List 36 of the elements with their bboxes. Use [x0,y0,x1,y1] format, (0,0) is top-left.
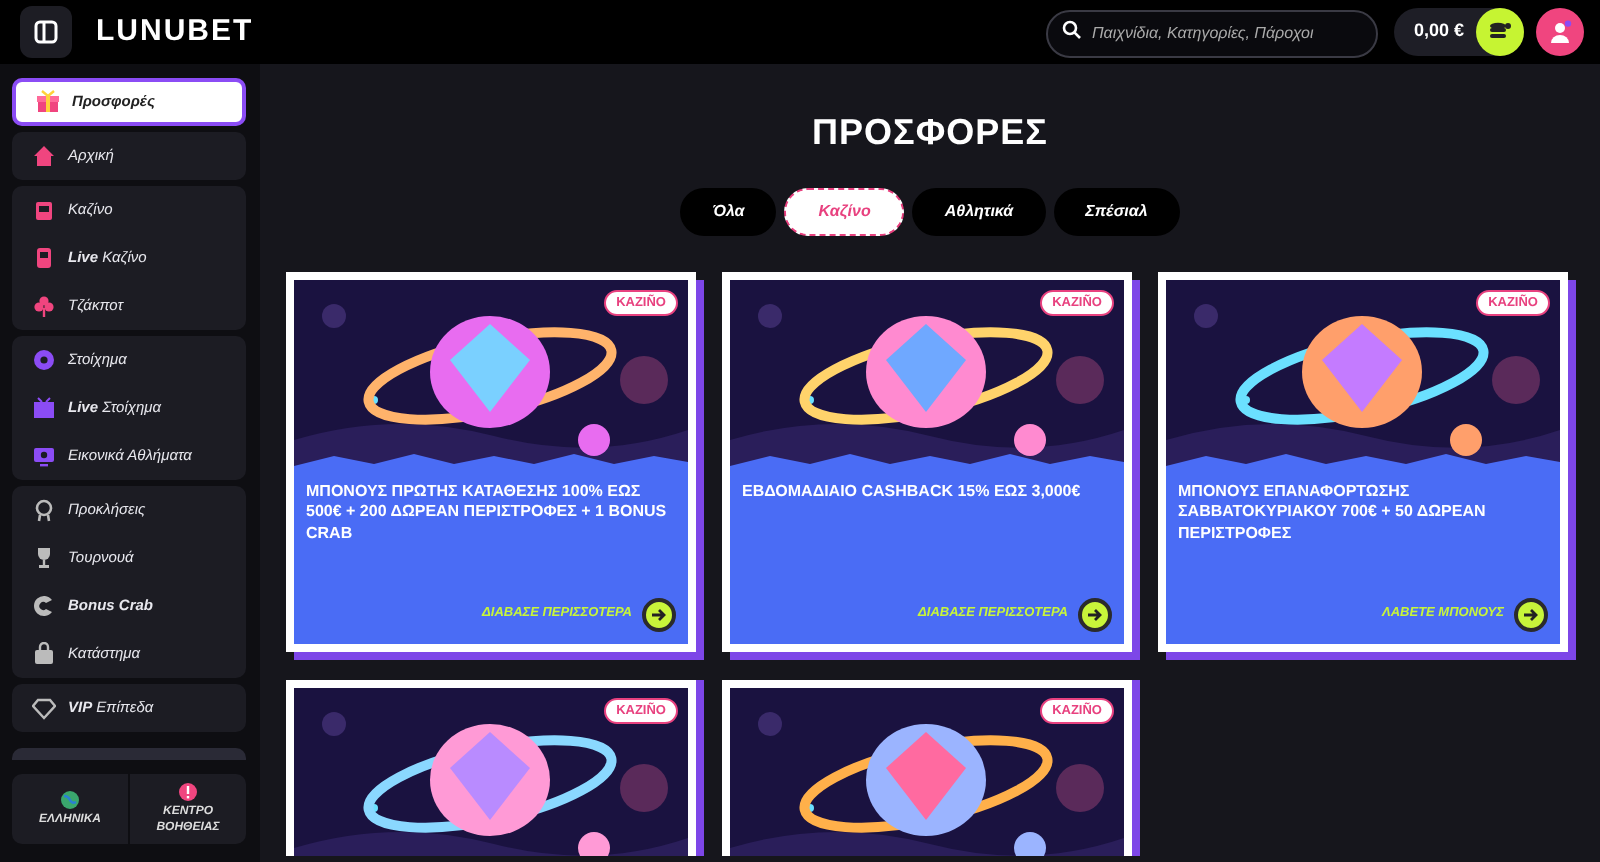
arrow-right-icon [650,605,668,624]
category-tab[interactable]: Καζίνο [784,187,905,236]
wallet-button[interactable] [1476,8,1524,56]
ball-icon [32,348,56,372]
category-tab[interactable]: Όλα [680,187,777,236]
diamond-icon [32,696,56,720]
sidebar-toggle-button[interactable] [20,6,72,58]
search-field[interactable]: Παιχνίδια, Κατηγορίες, Πάροχοι [1045,9,1378,58]
coins-icon [1488,20,1512,44]
arrow-right-icon [1086,605,1104,624]
offer-title: ΜΠΟΝΟΥΣ ΠΡΩΤΗΣ ΚΑΤΑΘΕΣΗΣ 100% ΕΩΣ 500€ + 200 ΔΩΡΕΑΝ ΠΕΡΙΣΤΡΟΦΕΣ + 1 BONUS CRAB [304,479,669,546]
offer-title: ΕΒΔΟΜΑΔΙΑΙΟ CASHBACK 15% ΕΩΣ 3,000€ [740,479,1083,503]
medal-icon [32,498,56,522]
live-tv-icon [32,396,56,420]
house-icon [32,144,56,168]
arrow-button[interactable] [1078,597,1112,632]
trophy-icon [32,546,56,570]
search-icon [1061,20,1082,41]
arrow-button[interactable] [642,597,676,632]
monitor-icon [32,444,56,468]
arrow-right-icon [1522,605,1540,624]
clover-icon [32,294,56,318]
profile-button[interactable] [1536,8,1584,56]
card-icon [32,246,56,270]
balance-amount: 0,00 € [1413,18,1464,45]
globe-icon [60,789,80,810]
offer-title: ΜΠΟΝΟΥΣ ΕΠΑΝΑΦΟΡΤΩΣΗΣ ΣΑΒΒΑΤΟΚΥΡΙΑΚΟΥ 700€ + 50 ΔΩΡΕΑΝ ΠΕΡΙΣΤΡΟΦΕΣ [1176,479,1488,546]
arrow-button[interactable] [1514,597,1548,632]
logo[interactable]: LUNUBET [96,9,254,55]
user-icon [1548,20,1572,44]
sidebar-icon [34,20,58,44]
page-title: ΠΡΟΣΦΟΡΕΣ [810,112,1050,156]
shopping-bag-icon [32,642,56,666]
gift-icon [36,90,60,114]
category-tab[interactable]: Αθλητικά [912,187,1046,236]
category-tab[interactable]: Σπέσιαλ [1053,187,1180,236]
